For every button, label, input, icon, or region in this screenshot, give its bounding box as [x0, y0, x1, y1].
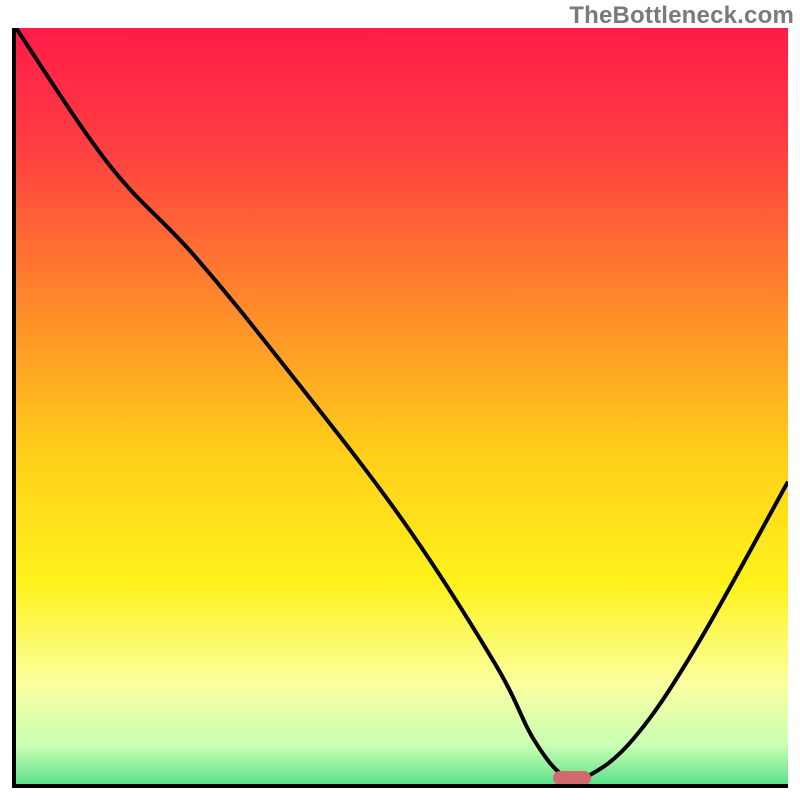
watermark-text: TheBottleneck.com	[569, 2, 794, 30]
plot-area	[12, 28, 788, 788]
chart-container: TheBottleneck.com	[0, 0, 800, 800]
bottleneck-curve	[16, 28, 788, 784]
optimal-marker	[553, 771, 591, 785]
